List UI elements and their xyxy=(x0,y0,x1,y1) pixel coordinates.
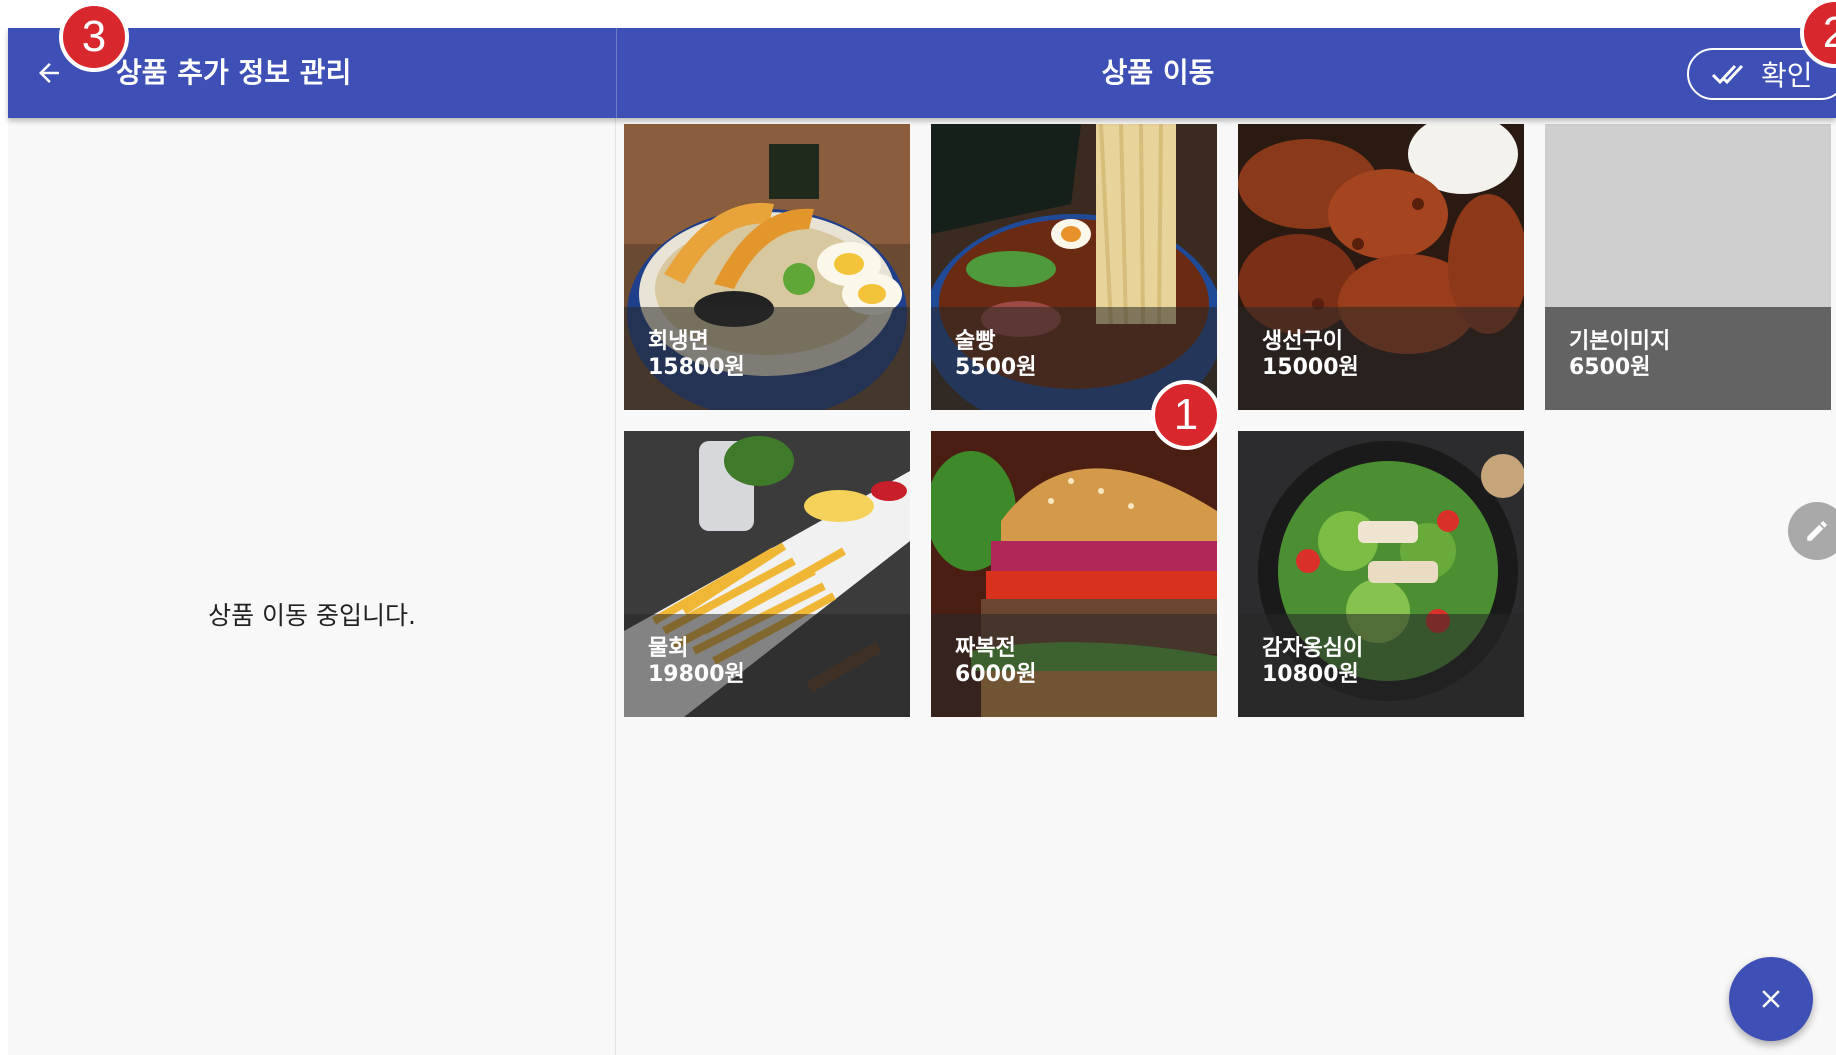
product-price: 10800원 xyxy=(1262,662,1359,687)
close-button[interactable] xyxy=(1729,957,1813,1041)
product-tile[interactable]: 회냉면 15800원 xyxy=(624,124,910,410)
arrow-left-icon xyxy=(39,63,59,83)
product-tile[interactable]: 술빵 5500원 xyxy=(931,124,1217,410)
product-tile[interactable]: 짜복전 6000원 xyxy=(931,431,1217,717)
app-bar: 상품 추가 정보 관리 상품 이동 확인 xyxy=(8,28,1836,118)
close-icon xyxy=(1762,990,1780,1008)
product-info-overlay: 짜복전 6000원 xyxy=(931,614,1217,717)
product-info-overlay: 감자옹심이 10800원 xyxy=(1238,614,1524,717)
product-price: 6500원 xyxy=(1569,355,1651,380)
product-tile[interactable]: 감자옹심이 10800원 xyxy=(1238,431,1524,717)
appbar-divider xyxy=(616,28,617,118)
product-info-overlay: 물회 19800원 xyxy=(624,614,910,717)
product-info-overlay: 기본이미지 6500원 xyxy=(1545,307,1831,410)
left-panel: 상품 이동 중입니다. xyxy=(8,118,616,1055)
page-title: 상품 이동 xyxy=(1101,56,1215,89)
annotation-badge-1: 1 xyxy=(1151,380,1221,450)
edit-button[interactable] xyxy=(1788,502,1836,560)
product-name: 감자옹심이 xyxy=(1262,636,1364,661)
app-window: 상품 추가 정보 관리 상품 이동 확인 상품 이동 중입니다. 회냉면 158… xyxy=(8,28,1836,1055)
product-price: 5500원 xyxy=(955,355,1037,380)
product-price: 15800원 xyxy=(648,355,745,380)
product-name: 회냉면 xyxy=(648,329,709,354)
annotation-badge-3: 3 xyxy=(59,2,129,72)
product-info-overlay: 생선구이 15000원 xyxy=(1238,307,1524,410)
product-name: 생선구이 xyxy=(1262,329,1343,354)
product-name: 짜복전 xyxy=(955,636,1016,661)
pencil-icon xyxy=(1807,521,1827,541)
product-info-overlay: 회냉면 15800원 xyxy=(624,307,910,410)
product-price: 15000원 xyxy=(1262,355,1359,380)
product-name: 기본이미지 xyxy=(1569,329,1671,354)
double-check-icon xyxy=(1711,64,1744,85)
product-name: 물회 xyxy=(648,636,689,661)
product-tile[interactable]: 기본이미지 6500원 xyxy=(1545,124,1831,410)
moving-status-message: 상품 이동 중입니다. xyxy=(208,601,416,630)
confirm-label: 확인 xyxy=(1761,59,1813,92)
product-name: 술빵 xyxy=(955,329,996,354)
product-tile[interactable]: 물회 19800원 xyxy=(624,431,910,717)
product-price: 19800원 xyxy=(648,662,745,687)
product-tile[interactable]: 생선구이 15000원 xyxy=(1238,124,1524,410)
left-panel-title: 상품 추가 정보 관리 xyxy=(116,56,352,89)
product-price: 6000원 xyxy=(955,662,1037,687)
